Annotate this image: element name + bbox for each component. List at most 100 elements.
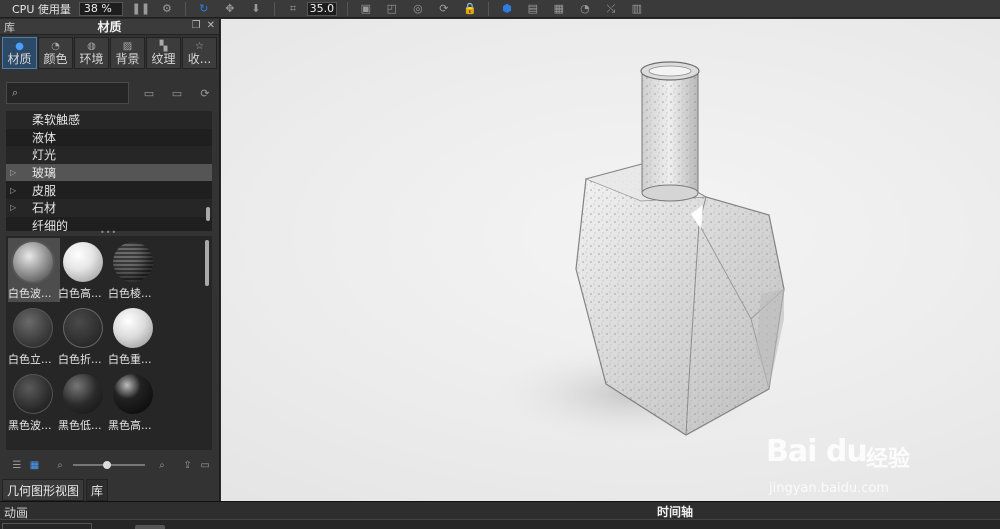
material-label: 白色波... [8,287,52,300]
search-input[interactable] [25,85,125,101]
material-label: 黑色高... [108,419,152,432]
move-tool-icon[interactable]: ✥ [222,2,238,16]
tab-material[interactable]: ● 材质 [2,37,37,69]
expand-arrow-icon[interactable]: ▷ [10,168,24,177]
folder-icon[interactable]: ▭ [141,87,157,100]
tree-item-label: 纤细的 [32,218,69,231]
drop-to-ground-icon[interactable]: ⬇ [248,2,264,16]
folder-open-icon[interactable]: ▭ [198,460,212,471]
category-tree: 柔软触感 液体 灯光 ▷ 玻璃 ▷ 皮服 ▷ 石材 纤细的 [6,111,212,231]
snapshot-icon[interactable]: ▣ [358,2,374,16]
zoom-out-icon[interactable]: ⌕ [53,460,67,471]
search-icon: ⌕ [12,86,19,99]
material-swatch[interactable]: 白色折... [58,304,108,370]
tree-item[interactable]: 柔软触感 [6,111,212,129]
tab-library[interactable]: 库 [86,479,109,501]
background-icon: ▨ [122,40,133,52]
tab-favorites[interactable]: ☆ 收... [182,37,217,69]
material-thumbnail [13,242,53,282]
tree-item[interactable]: 灯光 [6,146,212,164]
thumbnail-size-slider[interactable] [72,461,146,469]
tab-label: 材质 [7,51,32,66]
material-label: 白色立... [8,353,52,366]
toolbar-divider [273,1,275,16]
material-label: 白色高... [58,287,102,300]
upload-icon[interactable]: ⇪ [181,460,195,471]
list-view-icon[interactable]: ☰ [10,460,24,471]
material-swatch[interactable]: 黑色波... [8,370,58,436]
environment-icon: ◍ [87,40,96,52]
material-swatch[interactable]: 黑色高... [108,370,158,436]
texture-icon: ▚ [159,40,168,52]
material-thumbnail [63,374,103,414]
stack-icon[interactable]: ▦ [551,2,567,16]
material-swatch[interactable]: 白色波... [8,238,60,302]
library-bottom-bar: ☰ ▦ ⌕ ⌕ ⇪ ▭ [6,456,212,474]
material-thumbnail [63,308,103,348]
zoom-in-icon[interactable]: ⌕ [155,460,169,471]
expand-arrow-icon[interactable]: ▷ [10,186,24,195]
tree-item-selected[interactable]: ▷ 玻璃 [6,163,212,182]
pause-icon[interactable]: ❚❚ [132,2,150,16]
favorites-icon: ☆ [195,40,204,52]
material-swatch[interactable]: 黑色低... [58,370,108,436]
tab-texture[interactable]: ▚ 纹理 [146,37,181,69]
cpu-usage-value: 38 % [78,1,123,16]
panel-title: 材质 [97,20,122,34]
search-row: ⌕ ▭ ▭ ⟳ [6,79,219,107]
tab-environment[interactable]: ◍ 环境 [74,37,109,69]
watermark-jingyan: 经验 [866,447,911,472]
material-label: 白色折... [58,353,102,366]
refresh-icon[interactable]: ↻ [196,2,212,16]
material-label: 黑色低... [58,419,102,432]
camera-icon[interactable]: ◰ [384,2,400,16]
user-icon[interactable]: ◔ [577,2,593,16]
tab-label: 颜色 [43,51,68,66]
tab-label: 背景 [115,51,140,66]
render-viewport[interactable]: Bai du 经验 jingyan.baidu.com [221,19,1000,501]
tab-background[interactable]: ▨ 背景 [110,37,145,69]
material-icon: ● [15,40,24,52]
tree-scrollbar[interactable] [206,207,210,221]
timeline-strip[interactable] [0,519,1000,529]
viewpoint-icon[interactable]: ◎ [410,2,426,16]
material-thumbnail [13,374,53,414]
expand-arrow-icon[interactable]: ▷ [10,203,24,212]
render-settings-icon[interactable]: ⚙ [159,2,175,16]
close-icon[interactable]: ✕ [207,20,215,31]
tree-item[interactable]: 液体 [6,128,212,147]
grid-scrollbar[interactable] [205,240,209,286]
bottle-opening [648,65,692,77]
sync-icon[interactable]: ⟳ [436,2,452,16]
zoom-value-field[interactable]: 35.0 [306,1,337,16]
layers-icon[interactable]: ▤ [525,2,541,16]
material-swatch[interactable]: 白色立... [8,304,58,370]
tree-item[interactable]: ▷ 石材 [6,199,212,217]
toolbar-divider [184,1,186,16]
tab-geometry-view[interactable]: 几何图形视图 [2,479,85,501]
tab-label: 环境 [79,51,104,66]
toolbar-divider [346,1,348,16]
tree-item[interactable]: ▷ 皮服 [6,181,212,199]
shield-icon[interactable]: ⬢ [499,2,515,16]
float-panel-icon[interactable]: ❐ [192,20,201,31]
folder-add-icon[interactable]: ▭ [169,87,185,100]
search-box[interactable]: ⌕ [6,82,129,104]
timeline-panel: 动画 时间轴 [0,501,1000,529]
focal-grid-icon[interactable]: ⌗ [285,2,301,16]
path-icon[interactable]: ⤯ [603,2,619,16]
panel-bottom-tabs: 几何图形视图 库 [0,479,109,501]
material-swatch[interactable]: 白色高... [58,238,108,304]
tab-color[interactable]: ◔ 颜色 [38,37,73,69]
material-thumbnail [113,308,153,348]
material-swatch[interactable]: 白色棱... [108,238,158,304]
refresh-library-icon[interactable]: ⟳ [197,87,213,100]
grid-view-icon[interactable]: ▦ [28,460,42,471]
book-icon[interactable]: ▥ [629,2,645,16]
library-tabs: ● 材质 ◔ 颜色 ◍ 环境 ▨ 背景 ▚ 纹理 ☆ 收... [2,37,217,69]
material-swatch[interactable]: 白色重... [108,304,158,370]
timeline-field[interactable] [2,523,92,529]
lock-icon[interactable]: 🔒 [462,2,478,16]
slider-knob[interactable] [102,461,111,469]
timeline-scrubber[interactable] [135,525,165,529]
